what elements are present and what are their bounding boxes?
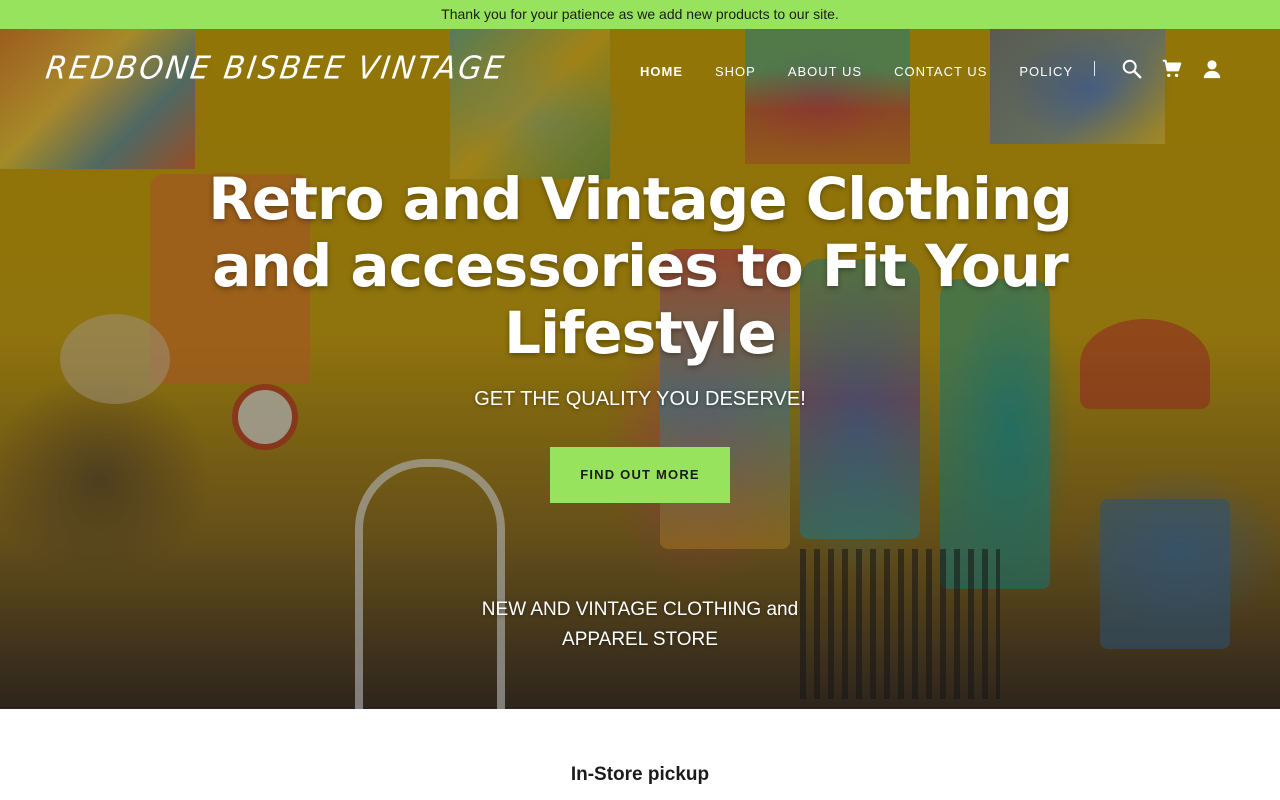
store-tagline: NEW AND VINTAGE CLOTHING and APPAREL STO… [440,595,840,655]
search-icon[interactable] [1121,58,1143,80]
store-tagline-line: NEW AND VINTAGE CLOTHING and [481,599,799,620]
announcement-text: Thank you for your patience as we add ne… [441,6,839,22]
nav-item-policy[interactable]: POLICY [1019,64,1073,79]
site-logo[interactable]: REDBONE BISBEE VINTAGE [43,50,508,87]
nav-item-shop[interactable]: SHOP [715,64,756,79]
in-store-pickup-heading: In-Store pickup [570,764,710,785]
cart-icon[interactable] [1161,58,1183,80]
main-nav: HOME SHOP ABOUT US CONTACT US POLICY [640,64,1105,79]
nav-item-contact-us[interactable]: CONTACT US [894,64,987,79]
nav-item-home[interactable]: HOME [640,64,683,79]
hero-title: Retro and Vintage Clothing and accessori… [208,165,1072,367]
find-out-more-button[interactable]: FIND OUT MORE [550,447,730,503]
nav-item-about-us[interactable]: ABOUT US [788,64,862,79]
announcement-bar: Thank you for your patience as we add ne… [0,0,1280,29]
store-tagline-line: APPAREL STORE [562,629,718,650]
nav-divider [1094,61,1095,76]
account-icon[interactable] [1201,58,1223,80]
hero-subtitle: GET THE QUALITY YOU DESERVE! [474,388,806,410]
